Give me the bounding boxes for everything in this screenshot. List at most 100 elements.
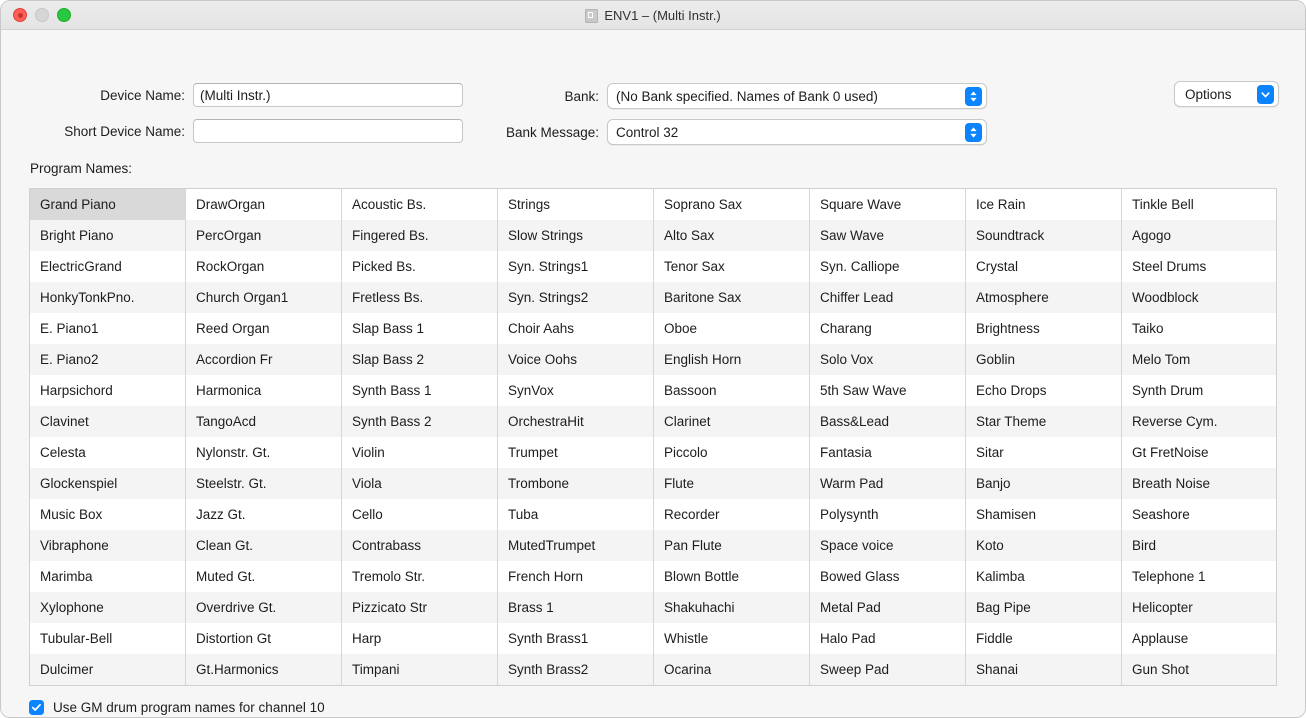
program-name-cell[interactable]: English Horn [654,344,809,375]
program-name-cell[interactable]: Chiffer Lead [810,282,965,313]
program-name-cell[interactable]: Glockenspiel [30,468,185,499]
program-name-cell[interactable]: Slow Strings [498,220,653,251]
program-name-cell[interactable]: Star Theme [966,406,1121,437]
program-name-cell[interactable]: Pizzicato Str [342,592,497,623]
program-name-cell[interactable]: Jazz Gt. [186,499,341,530]
program-name-cell[interactable]: Bright Piano [30,220,185,251]
program-name-cell[interactable]: Charang [810,313,965,344]
program-name-cell[interactable]: Soundtrack [966,220,1121,251]
program-name-cell[interactable]: Dulcimer [30,654,185,685]
bank-popup[interactable]: (No Bank specified. Names of Bank 0 used… [607,83,987,109]
program-name-cell[interactable]: Bass&Lead [810,406,965,437]
program-name-cell[interactable]: Gt.Harmonics [186,654,341,685]
program-name-cell[interactable]: MutedTrumpet [498,530,653,561]
program-name-cell[interactable]: SynVox [498,375,653,406]
program-name-cell[interactable]: Music Box [30,499,185,530]
program-name-cell[interactable]: Tenor Sax [654,251,809,282]
minimize-button[interactable] [35,8,49,22]
program-name-cell[interactable]: DrawOrgan [186,189,341,220]
program-name-cell[interactable]: Gun Shot [1122,654,1277,685]
program-name-cell[interactable]: Sweep Pad [810,654,965,685]
program-name-cell[interactable]: Timpani [342,654,497,685]
program-name-cell[interactable]: Harmonica [186,375,341,406]
program-name-cell[interactable]: Clean Gt. [186,530,341,561]
program-name-cell[interactable]: Alto Sax [654,220,809,251]
program-name-cell[interactable]: Crystal [966,251,1121,282]
program-name-cell[interactable]: Square Wave [810,189,965,220]
program-name-cell[interactable]: Polysynth [810,499,965,530]
program-name-cell[interactable]: Harp [342,623,497,654]
program-name-cell[interactable]: Slap Bass 2 [342,344,497,375]
program-name-cell[interactable]: Synth Bass 2 [342,406,497,437]
program-name-cell[interactable]: Steel Drums [1122,251,1277,282]
program-name-cell[interactable]: Brightness [966,313,1121,344]
program-name-cell[interactable]: Voice Oohs [498,344,653,375]
program-name-cell[interactable]: Solo Vox [810,344,965,375]
program-name-cell[interactable]: Choir Aahs [498,313,653,344]
program-name-cell[interactable]: Fretless Bs. [342,282,497,313]
gm-drum-checkbox[interactable] [29,700,44,715]
program-name-cell[interactable]: Sitar [966,437,1121,468]
program-name-cell[interactable]: Slap Bass 1 [342,313,497,344]
program-name-cell[interactable]: Synth Drum [1122,375,1277,406]
program-name-cell[interactable]: Space voice [810,530,965,561]
program-name-cell[interactable]: Pan Flute [654,530,809,561]
program-name-cell[interactable]: Atmosphere [966,282,1121,313]
program-name-cell[interactable]: Reed Organ [186,313,341,344]
program-name-cell[interactable]: Clarinet [654,406,809,437]
close-button[interactable] [13,8,27,22]
program-name-cell[interactable]: Violin [342,437,497,468]
program-name-cell[interactable]: Celesta [30,437,185,468]
program-name-cell[interactable]: Telephone 1 [1122,561,1277,592]
program-name-cell[interactable]: Melo Tom [1122,344,1277,375]
program-name-cell[interactable]: Overdrive Gt. [186,592,341,623]
program-name-cell[interactable]: Nylonstr. Gt. [186,437,341,468]
program-name-cell[interactable]: Clavinet [30,406,185,437]
program-name-cell[interactable]: Whistle [654,623,809,654]
bank-message-popup[interactable]: Control 32 [607,119,987,145]
program-name-cell[interactable]: Baritone Sax [654,282,809,313]
program-names-grid[interactable]: Grand PianoBright PianoElectricGrandHonk… [29,188,1277,686]
program-name-cell[interactable]: 5th Saw Wave [810,375,965,406]
program-name-cell[interactable]: Breath Noise [1122,468,1277,499]
device-name-input[interactable]: (Multi Instr.) [193,83,463,107]
program-name-cell[interactable]: Shamisen [966,499,1121,530]
program-name-cell[interactable]: Reverse Cym. [1122,406,1277,437]
program-name-cell[interactable]: Woodblock [1122,282,1277,313]
program-name-cell[interactable]: Tinkle Bell [1122,189,1277,220]
program-name-cell[interactable]: Picked Bs. [342,251,497,282]
program-name-cell[interactable]: Fingered Bs. [342,220,497,251]
program-name-cell[interactable]: Syn. Strings2 [498,282,653,313]
program-name-cell[interactable]: Piccolo [654,437,809,468]
program-name-cell[interactable]: Viola [342,468,497,499]
program-name-cell[interactable]: Halo Pad [810,623,965,654]
program-name-cell[interactable]: Trumpet [498,437,653,468]
program-name-cell[interactable]: RockOrgan [186,251,341,282]
program-name-cell[interactable]: Tuba [498,499,653,530]
program-name-cell[interactable]: Vibraphone [30,530,185,561]
program-name-cell[interactable]: HonkyTonkPno. [30,282,185,313]
program-name-cell[interactable]: Banjo [966,468,1121,499]
program-name-cell[interactable]: Contrabass [342,530,497,561]
zoom-button[interactable] [57,8,71,22]
program-name-cell[interactable]: Accordion Fr [186,344,341,375]
program-name-cell[interactable]: Synth Brass1 [498,623,653,654]
options-button[interactable]: Options [1174,81,1279,107]
program-name-cell[interactable]: ElectricGrand [30,251,185,282]
program-name-cell[interactable]: Synth Bass 1 [342,375,497,406]
program-name-cell[interactable]: Marimba [30,561,185,592]
program-name-cell[interactable]: Ice Rain [966,189,1121,220]
program-name-cell[interactable]: Shanai [966,654,1121,685]
program-name-cell[interactable]: Metal Pad [810,592,965,623]
program-name-cell[interactable]: Church Organ1 [186,282,341,313]
program-name-cell[interactable]: Bag Pipe [966,592,1121,623]
program-name-cell[interactable]: Applause [1122,623,1277,654]
program-name-cell[interactable]: PercOrgan [186,220,341,251]
program-name-cell[interactable]: Steelstr. Gt. [186,468,341,499]
program-name-cell[interactable]: Koto [966,530,1121,561]
program-name-cell[interactable]: TangoAcd [186,406,341,437]
program-name-cell[interactable]: Bird [1122,530,1277,561]
gm-drum-checkbox-row[interactable]: Use GM drum program names for channel 10 [29,700,325,715]
program-name-cell[interactable]: Flute [654,468,809,499]
program-name-cell[interactable]: E. Piano1 [30,313,185,344]
